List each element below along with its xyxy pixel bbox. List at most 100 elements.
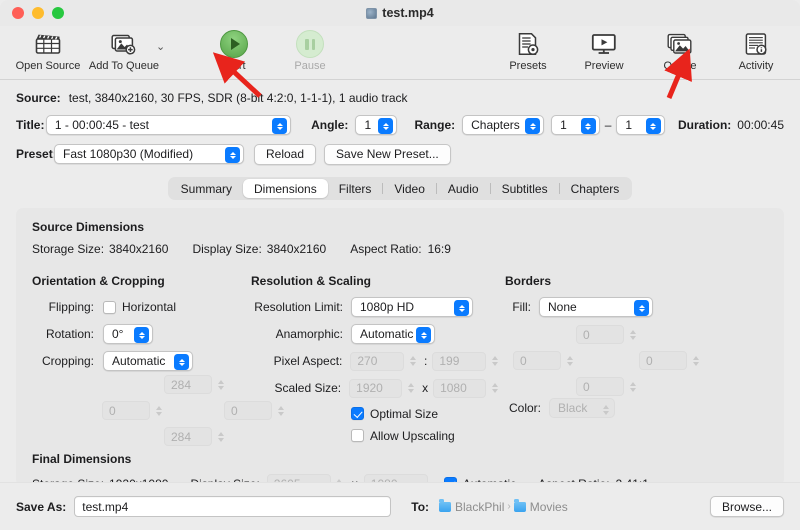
crop-top-field[interactable]: 284 bbox=[164, 375, 227, 394]
border-right-value: 0 bbox=[639, 351, 687, 370]
scaled-height-stepper[interactable] bbox=[488, 379, 501, 398]
range-start-select[interactable]: 1 bbox=[551, 115, 600, 135]
tab-filters[interactable]: Filters bbox=[328, 179, 383, 198]
destination-bar: Save As: test.mp4 To: BlackPhil › Movies… bbox=[0, 482, 800, 530]
fill-select[interactable]: None bbox=[539, 297, 653, 317]
tab-chapters[interactable]: Chapters bbox=[560, 179, 631, 198]
angle-select-value: 1 bbox=[364, 118, 371, 132]
queue-button[interactable]: Queue bbox=[642, 26, 718, 72]
presets-button[interactable]: Presets bbox=[490, 26, 566, 72]
pixel-aspect-height[interactable]: 199 bbox=[432, 352, 486, 371]
title-select[interactable]: 1 - 00:00:45 - test bbox=[46, 115, 291, 135]
tab-video[interactable]: Video bbox=[383, 179, 435, 198]
flipping-horizontal-checkbox[interactable] bbox=[103, 301, 116, 314]
range-start-arrows-icon bbox=[581, 118, 596, 134]
preview-label: Preview bbox=[584, 60, 623, 72]
border-top-stepper[interactable] bbox=[626, 325, 639, 344]
angle-select[interactable]: 1 bbox=[355, 115, 397, 135]
border-top-field[interactable]: 0 bbox=[576, 325, 639, 344]
borders-heading: Borders bbox=[505, 274, 705, 288]
range-end-value: 1 bbox=[625, 118, 632, 132]
border-left-field[interactable]: 0 bbox=[513, 351, 576, 370]
anamorphic-select[interactable]: Automatic bbox=[351, 324, 435, 344]
pixel-aspect-width-stepper[interactable] bbox=[406, 352, 419, 371]
tab-bar: Summary Dimensions Filters Video Audio S… bbox=[0, 177, 800, 200]
resolution-limit-label: Resolution Limit: bbox=[251, 300, 343, 314]
allow-upscaling-row: Allow Upscaling bbox=[251, 426, 501, 445]
save-as-input[interactable]: test.mp4 bbox=[74, 496, 391, 517]
allow-upscaling-label: Allow Upscaling bbox=[370, 429, 455, 443]
folder-icon bbox=[514, 502, 526, 512]
anamorphic-arrows-icon bbox=[416, 327, 431, 343]
range-type-arrows-icon bbox=[525, 118, 540, 134]
add-to-queue-button[interactable]: Add To Queue bbox=[86, 26, 162, 72]
fill-value: None bbox=[548, 300, 577, 314]
crop-left-field[interactable]: 0 bbox=[102, 401, 165, 420]
preset-select[interactable]: Fast 1080p30 (Modified) bbox=[54, 144, 244, 164]
window-titlebar: test.mp4 bbox=[0, 0, 800, 26]
resolution-limit-row: Resolution Limit: 1080p HD bbox=[251, 296, 501, 318]
source-label: Source: bbox=[16, 91, 61, 105]
browse-button[interactable]: Browse... bbox=[710, 496, 784, 517]
tab-summary[interactable]: Summary bbox=[170, 179, 243, 198]
source-value: test, 3840x2160, 30 FPS, SDR (8-bit 4:2:… bbox=[69, 91, 408, 105]
tab-subtitles[interactable]: Subtitles bbox=[491, 179, 559, 198]
title-row: Title: 1 - 00:00:45 - test Angle: 1 Rang… bbox=[16, 113, 784, 137]
border-bottom-stepper[interactable] bbox=[626, 377, 639, 396]
source-display-label: Display Size: bbox=[192, 242, 261, 256]
pixel-aspect-row: Pixel Aspect: 270 : 199 bbox=[251, 350, 501, 372]
pixel-aspect-height-stepper[interactable] bbox=[488, 352, 501, 371]
rotation-label: Rotation: bbox=[32, 327, 94, 341]
resolution-limit-value: 1080p HD bbox=[360, 300, 414, 314]
border-right-field[interactable]: 0 bbox=[639, 351, 702, 370]
chevron-down-icon[interactable]: ⌄ bbox=[156, 40, 165, 53]
dimensions-panel: Source Dimensions Storage Size: 3840x216… bbox=[16, 208, 784, 486]
border-left-stepper[interactable] bbox=[563, 351, 576, 370]
pause-button[interactable]: Pause bbox=[272, 26, 348, 72]
save-new-preset-button[interactable]: Save New Preset... bbox=[324, 144, 451, 165]
crop-left-stepper[interactable] bbox=[152, 401, 165, 420]
crop-bottom-field[interactable]: 284 bbox=[164, 427, 227, 446]
tab-dimensions[interactable]: Dimensions bbox=[243, 179, 328, 198]
rotation-arrows-icon bbox=[134, 327, 149, 343]
duration-label: Duration: bbox=[678, 118, 731, 132]
scaled-width[interactable]: 1920 bbox=[349, 379, 402, 398]
cropping-select[interactable]: Automatic bbox=[103, 351, 193, 371]
start-label: Start bbox=[222, 60, 245, 72]
activity-button[interactable]: Activity bbox=[718, 26, 794, 72]
crop-right-value: 0 bbox=[224, 401, 272, 420]
presets-label: Presets bbox=[509, 60, 546, 72]
reload-button[interactable]: Reload bbox=[254, 144, 316, 165]
crop-top-value: 284 bbox=[164, 375, 212, 394]
scaled-height[interactable]: 1080 bbox=[433, 379, 486, 398]
angle-select-arrows-icon bbox=[378, 118, 393, 134]
crop-bottom-stepper[interactable] bbox=[214, 427, 227, 446]
preview-button[interactable]: Preview bbox=[566, 26, 642, 72]
breadcrumb-blackphil[interactable]: BlackPhil bbox=[439, 500, 504, 514]
optimal-size-checkbox[interactable] bbox=[351, 407, 364, 420]
crop-top-stepper[interactable] bbox=[214, 375, 227, 394]
tab-audio[interactable]: Audio bbox=[437, 179, 490, 198]
border-color-select[interactable]: Black bbox=[549, 398, 615, 418]
border-bottom-field[interactable]: 0 bbox=[576, 377, 639, 396]
allow-upscaling-checkbox[interactable] bbox=[351, 429, 364, 442]
range-end-select[interactable]: 1 bbox=[616, 115, 665, 135]
crop-right-stepper[interactable] bbox=[274, 401, 287, 420]
open-source-button[interactable]: Open Source bbox=[10, 26, 86, 72]
resolution-limit-select[interactable]: 1080p HD bbox=[351, 297, 473, 317]
scaled-width-stepper[interactable] bbox=[404, 379, 417, 398]
queue-label: Queue bbox=[663, 60, 696, 72]
source-info-area: Source: test, 3840x2160, 30 FPS, SDR (8-… bbox=[0, 80, 800, 175]
range-type-select[interactable]: Chapters bbox=[462, 115, 544, 135]
breadcrumb-movies[interactable]: Movies bbox=[514, 500, 568, 514]
pixel-aspect-width[interactable]: 270 bbox=[350, 352, 404, 371]
final-dimensions-heading: Final Dimensions bbox=[32, 452, 768, 466]
flipping-horizontal-label: Horizontal bbox=[122, 300, 176, 314]
fill-label: Fill: bbox=[505, 300, 531, 314]
rotation-row: Rotation: 0° bbox=[32, 323, 254, 345]
rotation-select[interactable]: 0° bbox=[103, 324, 153, 344]
border-right-stepper[interactable] bbox=[689, 351, 702, 370]
start-button[interactable]: Start bbox=[196, 26, 272, 72]
crop-right-field[interactable]: 0 bbox=[224, 401, 287, 420]
open-source-label: Open Source bbox=[16, 60, 81, 72]
